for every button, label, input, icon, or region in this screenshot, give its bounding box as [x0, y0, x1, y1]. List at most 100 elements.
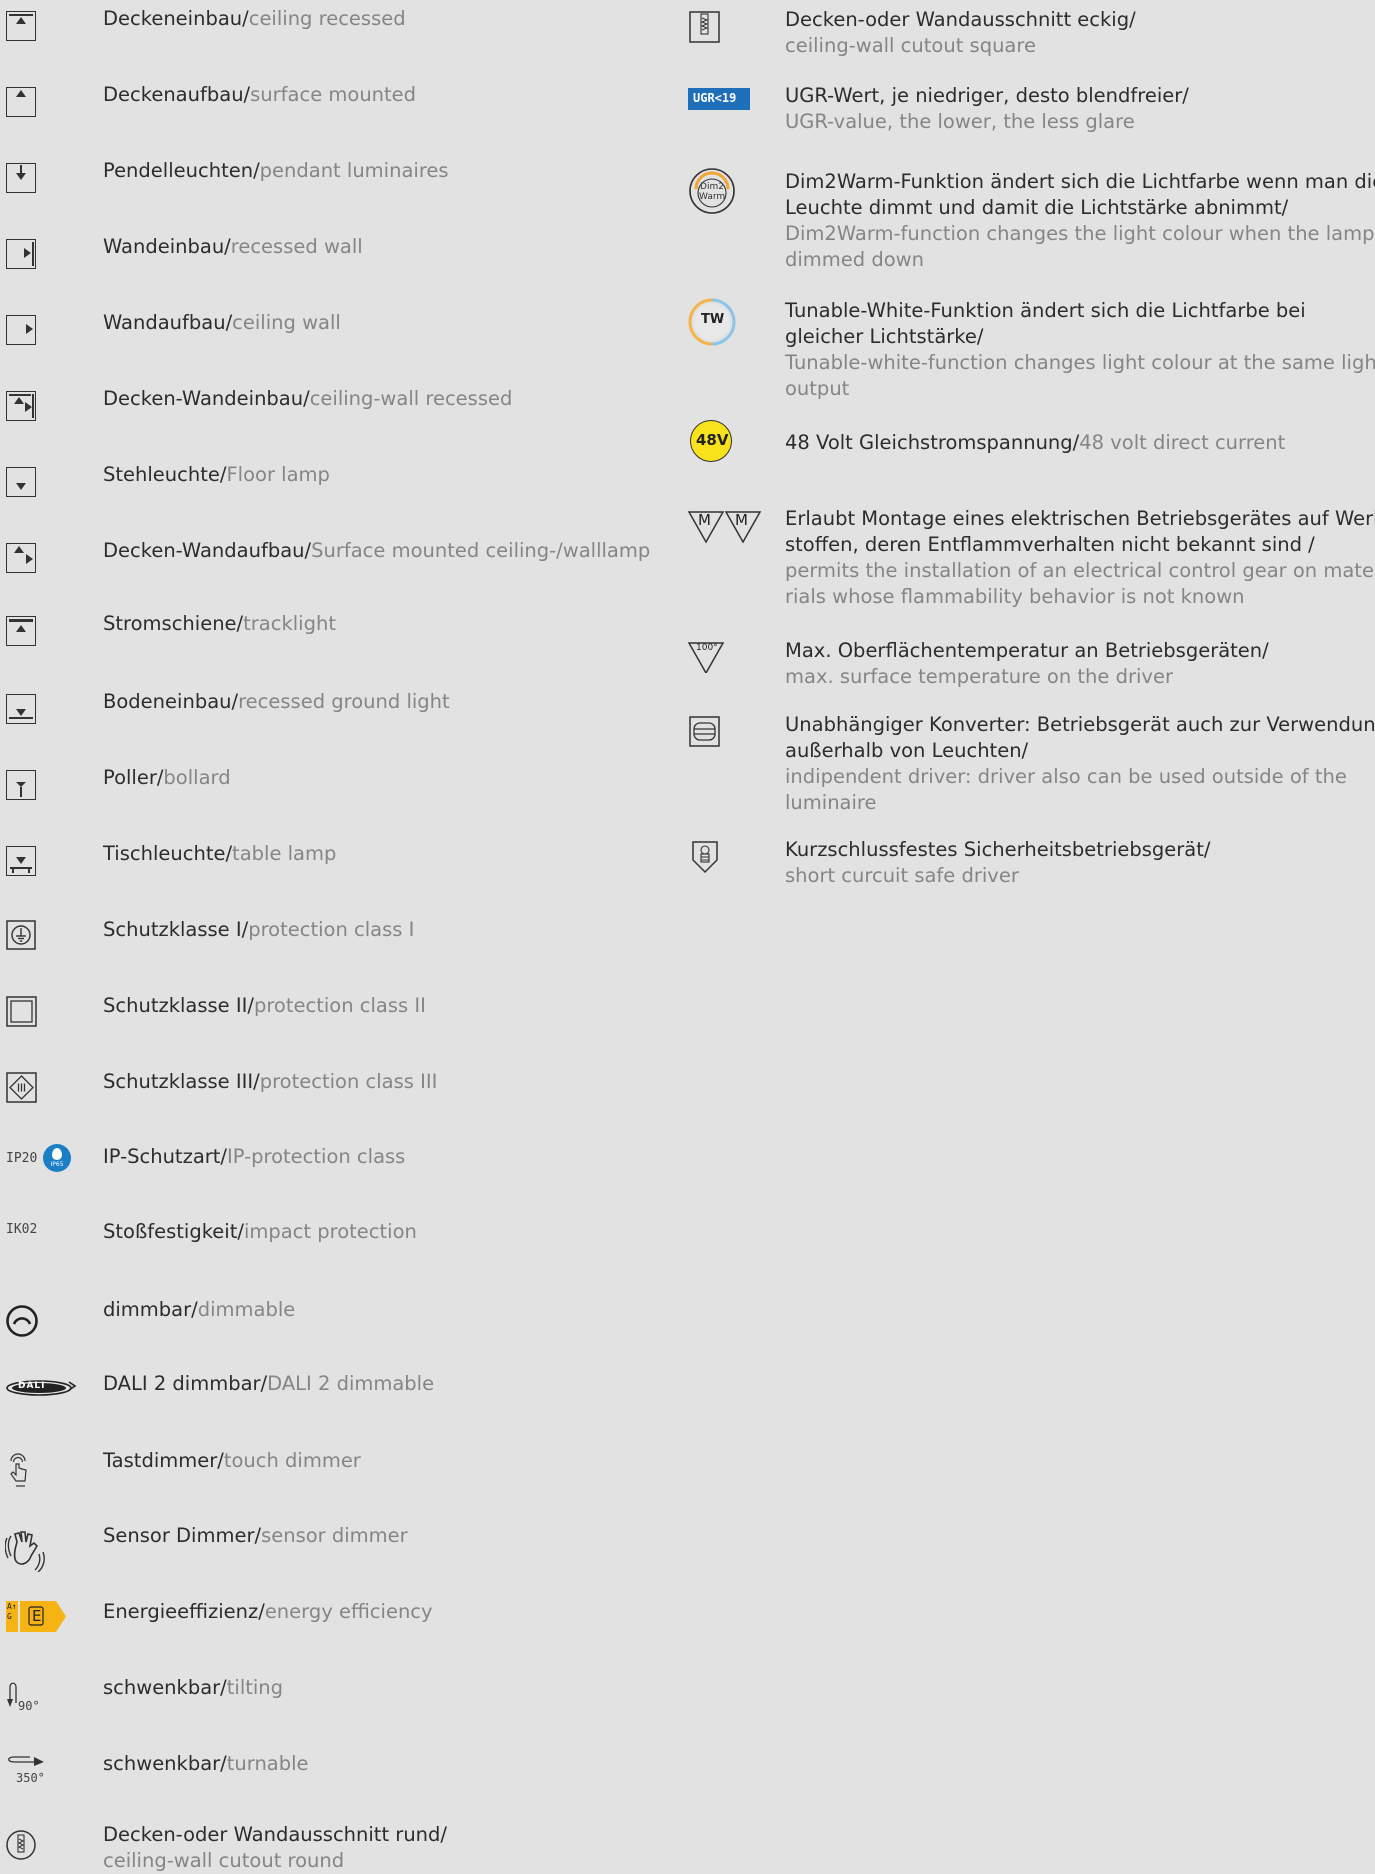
label-de: Stromschiene/: [103, 612, 244, 635]
label-en-2: rials whose flammability behavior is not…: [785, 585, 1245, 608]
m-label-1: M: [698, 511, 711, 529]
label-de: Wandeinbau/: [103, 235, 231, 258]
label-en: Tunable-white-function changes light col…: [785, 351, 1375, 374]
label-de: Deckenaufbau/: [103, 83, 251, 106]
label-de: Tischleuchte/: [103, 842, 233, 865]
legend-row: Decken-Wandaufbau/Surface mounted ceilin…: [0, 531, 680, 591]
label-en: protection class I: [248, 918, 415, 941]
legend-row: M M Erlaubt Montage eines elektrischen B…: [687, 506, 1375, 616]
ip-label: IP20: [6, 1151, 38, 1166]
energy-scale-label: A↑G: [7, 1602, 17, 1621]
label-de: Decken-oder Wandausschnitt eckig/: [785, 8, 1136, 31]
legend-row: Stehleuchte/Floor lamp: [0, 455, 680, 515]
tilt-degree-label: 90°: [18, 1699, 40, 1713]
label-en: IP-protection class: [227, 1145, 406, 1168]
label-en: recessed wall: [230, 235, 363, 258]
label-de: Kurzschlussfestes Sicherheitsbetriebsger…: [785, 838, 1211, 861]
label-en: impact protection: [243, 1220, 417, 1243]
label-en: dimmable: [197, 1298, 296, 1321]
legend-row: Schutzklasse I/protection class I: [0, 910, 680, 970]
label-de: Tunable-White-Funktion ändert sich die L…: [785, 299, 1306, 322]
cutout-square-icon: [689, 11, 721, 49]
label-de-2: Leuchte dimmt und damit die Lichtstärke …: [785, 196, 1289, 219]
label-de: Sensor Dimmer/: [103, 1524, 262, 1547]
label-de: Schutzklasse II/: [103, 994, 254, 1017]
turn-icon: 350°: [6, 1753, 46, 1785]
sensor-dimmer-icon: [4, 1528, 49, 1576]
label-en: Dim2Warm-function changes the light colo…: [785, 222, 1375, 245]
label-en: pendant luminaires: [259, 159, 449, 182]
legend-row: A↑G E Energieeffizienz/energy efficiency: [0, 1593, 680, 1653]
label-de: Bodeneinbau/: [103, 690, 239, 713]
legend-row: Bodeneinbau/recessed ground light: [0, 682, 680, 742]
label-de: Energieeffizienz/: [103, 1600, 265, 1623]
label-en: ceiling-wall cutout round: [103, 1849, 345, 1872]
label-de: Wandaufbau/: [103, 311, 233, 334]
label-de: UGR-Wert, je niedriger, desto blendfreie…: [785, 84, 1189, 107]
ugr-icon: UGR<19: [688, 88, 750, 110]
legend-row: Kurzschlussfestes Sicherheitsbetriebsger…: [688, 837, 1368, 897]
label-en: protection class II: [253, 994, 426, 1017]
legend-row: Stromschiene/tracklight: [0, 607, 680, 667]
legend-row: Unabhängiger Konverter: Betriebsgerät au…: [688, 712, 1375, 822]
label-de: DALI 2 dimmbar/: [103, 1372, 268, 1395]
label-en: sensor dimmer: [261, 1524, 408, 1547]
ugr-label: UGR<19: [693, 91, 737, 105]
label-de: Unabhängiger Konverter: Betriebsgerät au…: [785, 713, 1375, 736]
legend-row: Tastdimmer/touch dimmer: [0, 1441, 680, 1501]
legend-row: Pendelleuchten/pendant luminaires: [0, 151, 680, 211]
ip-badge-label: IP65: [50, 1161, 64, 1168]
label-en: tracklight: [243, 612, 336, 635]
legend-row: DALI DALI 2 dimmbar/DALI 2 dimmable: [0, 1365, 680, 1425]
legend-row: TW Tunable-White-Funktion ändert sich di…: [688, 298, 1375, 408]
legend-row: Deckeneinbau/ceiling recessed: [0, 0, 680, 60]
legend-row: Poller/bollard: [0, 758, 680, 818]
label-en: bollard: [163, 766, 231, 789]
label-en-2: output: [785, 377, 850, 400]
legend-row: UGR<19 UGR-Wert, je niedriger, desto ble…: [688, 83, 1368, 143]
dali-icon: DALI: [5, 1378, 77, 1402]
label-de: Pendelleuchten/: [103, 159, 260, 182]
label-en: permits the installation of an electrica…: [785, 559, 1375, 582]
label-de: Stehleuchte/: [103, 463, 227, 486]
dali-label: DALI: [18, 1381, 46, 1391]
energy-label-icon: A↑G E: [6, 1600, 68, 1638]
legend-row: Schutzklasse II/protection class II: [0, 986, 680, 1046]
cutout-round-icon: [6, 1830, 38, 1866]
legend-row: Schutzklasse III/protection class III: [0, 1062, 680, 1122]
legend-row: Deckenaufbau/surface mounted: [0, 75, 680, 135]
max-temperature-icon: 100°: [687, 641, 725, 677]
touch-dimmer-icon: [5, 1453, 31, 1491]
temp-label: 100°: [696, 643, 718, 653]
protection-class-3-icon: [6, 1072, 38, 1108]
legend-row: 48V 48 Volt Gleichstromspannung/48 volt …: [688, 419, 1368, 479]
energy-class-label: E: [32, 1607, 42, 1625]
label-de-2: gleicher Lichtstärke/: [785, 325, 984, 348]
label-en: energy efficiency: [264, 1600, 433, 1623]
legend-row: Wandaufbau/ceiling wall: [0, 303, 680, 363]
label-de: Decken-Wandeinbau/: [103, 387, 310, 410]
label-en: Surface mounted ceiling-/walllamp: [311, 539, 651, 562]
independent-driver-icon: [689, 716, 721, 752]
tunable-white-icon: TW: [688, 298, 736, 350]
label-en-2: dimmed down: [785, 248, 924, 271]
dimmable-icon: [5, 1304, 39, 1342]
label-en: short curcuit safe driver: [785, 864, 1019, 887]
label-en: Floor lamp: [226, 463, 330, 486]
label-de: Schutzklasse III/: [103, 1070, 260, 1093]
label-de: Stoßfestigkeit/: [103, 1220, 244, 1243]
legend-row: Dim2 Warm Dim2Warm-Funktion ändert sich …: [688, 167, 1375, 277]
legend-row: dimmbar/dimmable: [0, 1290, 680, 1350]
legend-row: Decken-oder Wandausschnitt eckig/ ceilin…: [688, 0, 1368, 60]
label-en: recessed ground light: [238, 690, 450, 713]
label-en: touch dimmer: [223, 1449, 361, 1472]
ip-protection-icon: IP20 IP65: [6, 1141, 76, 1175]
legend-row: 100° Max. Oberflächentemperatur an Betri…: [687, 637, 1368, 697]
label-de: Deckeneinbau/: [103, 7, 249, 30]
label-de: Tastdimmer/: [103, 1449, 224, 1472]
legend-row: Wandeinbau/recessed wall: [0, 227, 680, 287]
label-de: 48 Volt Gleichstromspannung/: [785, 431, 1080, 454]
label-de: Erlaubt Montage eines elektrischen Betri…: [785, 507, 1375, 530]
turn-degree-label: 350°: [16, 1771, 45, 1785]
legend-row: IK02 Stoßfestigkeit/impact protection: [0, 1214, 680, 1274]
